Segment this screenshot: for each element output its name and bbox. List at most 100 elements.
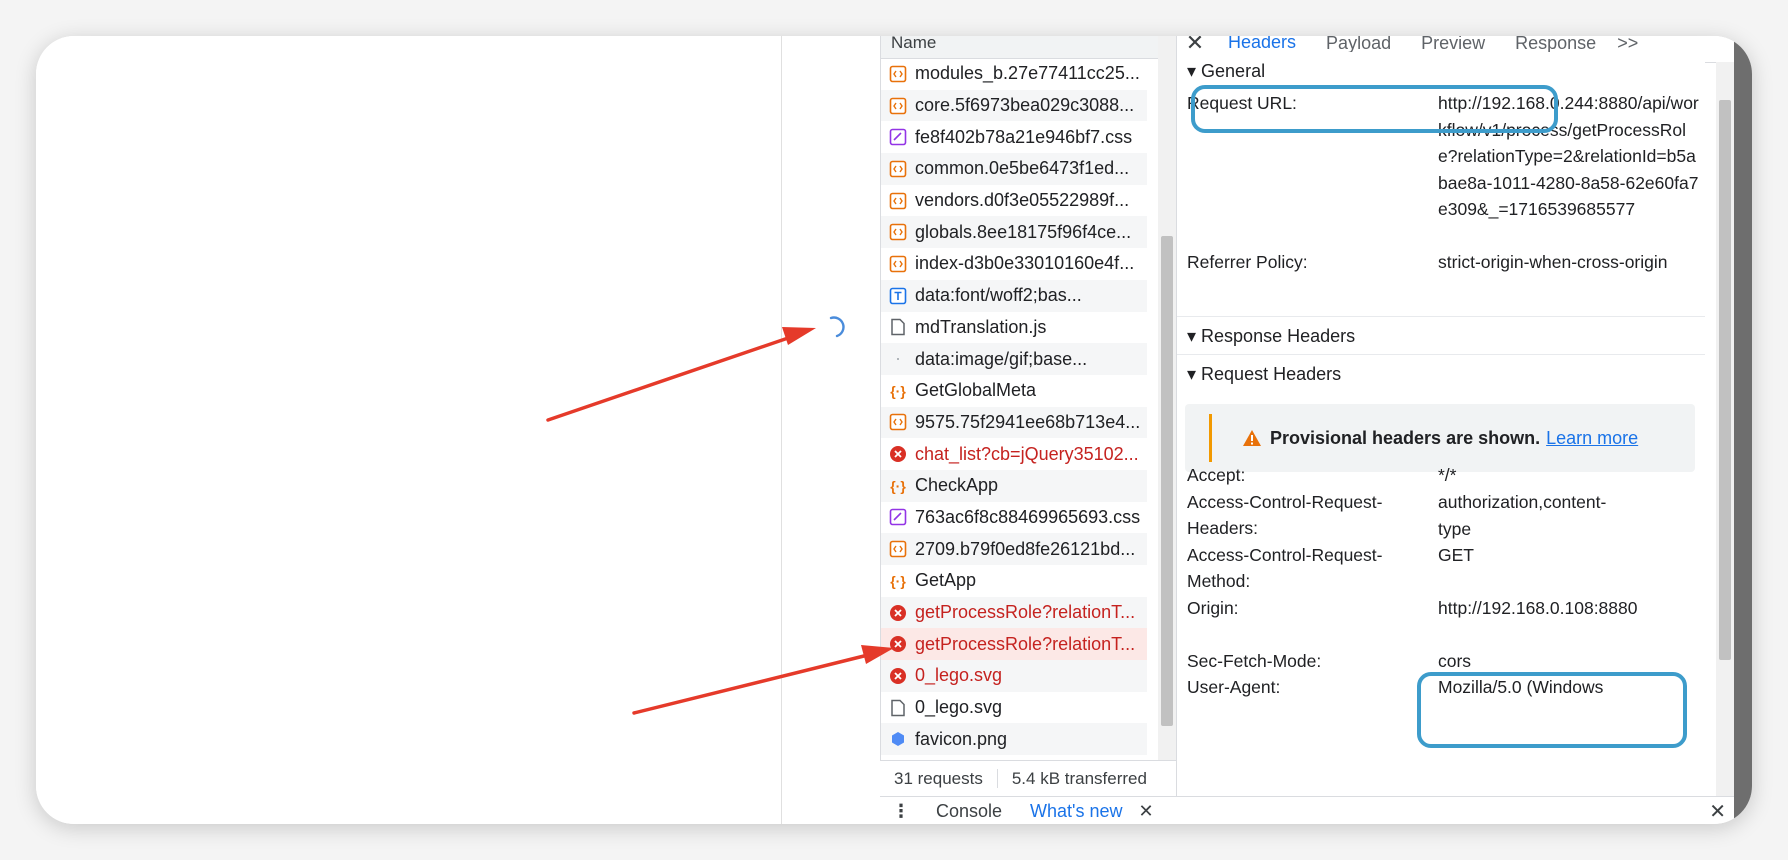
acrh-label: Access-Control-Request-Headers: xyxy=(1187,492,1383,538)
network-summary: 31 requests 5.4 kB transferred xyxy=(880,760,1176,797)
request-name: 763ac6f8c88469965693.css xyxy=(915,506,1141,527)
drawer-menu-icon[interactable]: ⋮ xyxy=(880,801,922,822)
sec-fetch-mode-label: Sec-Fetch-Mode: xyxy=(1187,651,1322,671)
request-rows: modules_b.27e77411cc25... core.5f6973bea0… xyxy=(881,58,1147,756)
warning-bar xyxy=(1209,414,1212,462)
request-headers-toggle[interactable]: ▾ Request Headers xyxy=(1177,354,1705,393)
script-icon xyxy=(889,255,907,273)
name-column-header[interactable]: Name xyxy=(881,36,1161,59)
request-row[interactable]: modules_b.27e77411cc25... xyxy=(881,58,1147,90)
origin-value: http://192.168.0.108:8880 xyxy=(1438,598,1638,618)
request-name: CheckApp xyxy=(915,475,999,496)
request-name: 0_lego.svg xyxy=(915,697,1003,718)
request-name: getProcessRole?relationT... xyxy=(915,633,1136,654)
request-row[interactable]: 0_lego.svg xyxy=(881,660,1147,692)
document-icon xyxy=(889,699,907,717)
request-name: data:image/gif;base... xyxy=(915,348,1088,369)
request-name: core.5f6973bea029c3088... xyxy=(915,95,1135,116)
request-row[interactable]: data:image/gif;base... xyxy=(881,343,1147,375)
learn-more-link[interactable]: Learn more xyxy=(1546,428,1638,449)
origin-highlight xyxy=(1417,672,1687,748)
fetch-icon: {·} xyxy=(890,477,906,494)
font-icon xyxy=(889,287,907,305)
acrh-value: authorization,content-type xyxy=(1438,492,1607,539)
request-row[interactable]: vendors.d0f3e05522989f... xyxy=(881,185,1147,217)
request-row[interactable]: favicon.png xyxy=(881,723,1147,756)
request-row[interactable]: 2709.b79f0ed8fe26121bd... xyxy=(881,533,1147,565)
drawer-tab-whats-new[interactable]: What's new xyxy=(1016,801,1136,822)
request-name: fe8f402b78a21e946bf7.css xyxy=(915,126,1133,147)
script-icon xyxy=(889,192,907,210)
details-scrollbar[interactable] xyxy=(1716,62,1734,796)
close-drawer-icon[interactable]: ✕ xyxy=(1709,799,1726,824)
accept-label: Accept: xyxy=(1187,465,1246,485)
request-name: chat_list?cb=jQuery35102... xyxy=(915,443,1139,464)
request-name: getProcessRole?relationT... xyxy=(915,602,1136,623)
request-name: index-d3b0e33010160e4f... xyxy=(915,253,1135,274)
window-edge xyxy=(1734,36,1752,824)
request-name: 9575.75f2941ee68b713e4... xyxy=(915,411,1141,432)
more-tabs-icon[interactable]: >> xyxy=(1611,36,1638,54)
script-icon xyxy=(889,97,907,115)
page-viewport xyxy=(36,36,781,824)
request-name: GetGlobalMeta xyxy=(915,380,1037,401)
request-name: mdTranslation.js xyxy=(915,316,1047,337)
details-scrollbar-thumb[interactable] xyxy=(1719,100,1731,660)
request-row[interactable]: data:font/woff2;bas... xyxy=(881,279,1147,312)
script-icon xyxy=(889,540,907,558)
warning-text: Provisional headers are shown. xyxy=(1270,427,1541,448)
request-row[interactable]: getProcessRole?relationT... xyxy=(881,596,1147,629)
request-name: common.0e5be6473f1ed... xyxy=(915,158,1130,179)
request-name: modules_b.27e77411cc25... xyxy=(915,63,1140,84)
response-headers-toggle[interactable]: ▾ Response Headers xyxy=(1177,316,1705,355)
request-row[interactable]: 763ac6f8c88469965693.css xyxy=(881,502,1147,534)
fetch-icon: {·} xyxy=(890,382,906,399)
script-icon xyxy=(889,223,907,241)
accept-value: */* xyxy=(1438,465,1457,485)
request-row[interactable]: common.0e5be6473f1ed... xyxy=(881,153,1147,185)
transferred-size: 5.4 kB transferred xyxy=(996,769,1147,788)
devtools-drawer: ⋮ Console What's new ✕ ✕ xyxy=(880,796,1734,824)
script-icon xyxy=(889,160,907,178)
request-row[interactable]: fe8f402b78a21e946bf7.css xyxy=(881,121,1147,153)
request-row[interactable]: 0_lego.svg xyxy=(881,692,1147,724)
error-icon xyxy=(889,667,907,685)
image-icon xyxy=(889,730,907,748)
network-request-list: Name modules_b.27e77411cc25... core.5f697… xyxy=(880,36,1161,760)
fetch-icon: {·} xyxy=(890,572,906,589)
origin-label: Origin: xyxy=(1187,598,1239,618)
stylesheet-icon xyxy=(889,128,907,146)
request-name: globals.8ee18175f96f4ce... xyxy=(915,221,1132,242)
request-name: favicon.png xyxy=(915,728,1008,749)
request-count: 31 requests xyxy=(894,769,983,788)
request-row[interactable]: core.5f6973bea029c3088... xyxy=(881,89,1147,122)
document-icon xyxy=(889,318,907,336)
loading-spinner-icon xyxy=(829,316,845,338)
request-row[interactable]: index-d3b0e33010160e4f... xyxy=(881,248,1147,280)
request-row[interactable]: getProcessRole?relationT... xyxy=(881,628,1147,661)
close-whats-new-icon[interactable]: ✕ xyxy=(1139,801,1154,822)
list-scrollbar[interactable] xyxy=(1158,36,1176,760)
script-icon xyxy=(889,413,907,431)
request-row[interactable]: chat_list?cb=jQuery35102... xyxy=(881,438,1147,470)
acrm-value: GET xyxy=(1438,545,1474,565)
error-icon xyxy=(889,445,907,463)
request-row[interactable]: {·} GetApp xyxy=(881,565,1147,597)
referrer-policy-label: Referrer Policy: xyxy=(1187,252,1308,272)
request-name: GetApp xyxy=(915,570,977,591)
drawer-tab-console[interactable]: Console xyxy=(922,801,1016,822)
request-name: vendors.d0f3e05522989f... xyxy=(915,190,1130,211)
image-icon xyxy=(889,350,907,368)
scrollbar-thumb[interactable] xyxy=(1161,236,1173,726)
request-row[interactable]: globals.8ee18175f96f4ce... xyxy=(881,216,1147,249)
warning-icon xyxy=(1243,430,1261,446)
request-row[interactable]: 9575.75f2941ee68b713e4... xyxy=(881,406,1147,439)
stylesheet-icon xyxy=(889,508,907,526)
request-row[interactable]: {·} CheckApp xyxy=(881,469,1147,502)
acrm-label: Access-Control-Request-Method: xyxy=(1187,545,1383,591)
referrer-policy-value: strict-origin-when-cross-origin xyxy=(1438,252,1668,272)
error-icon xyxy=(889,604,907,622)
request-row[interactable]: {·} GetGlobalMeta xyxy=(881,375,1147,407)
sec-fetch-mode-value: cors xyxy=(1438,651,1472,671)
request-row[interactable]: mdTranslation.js xyxy=(881,312,1147,344)
